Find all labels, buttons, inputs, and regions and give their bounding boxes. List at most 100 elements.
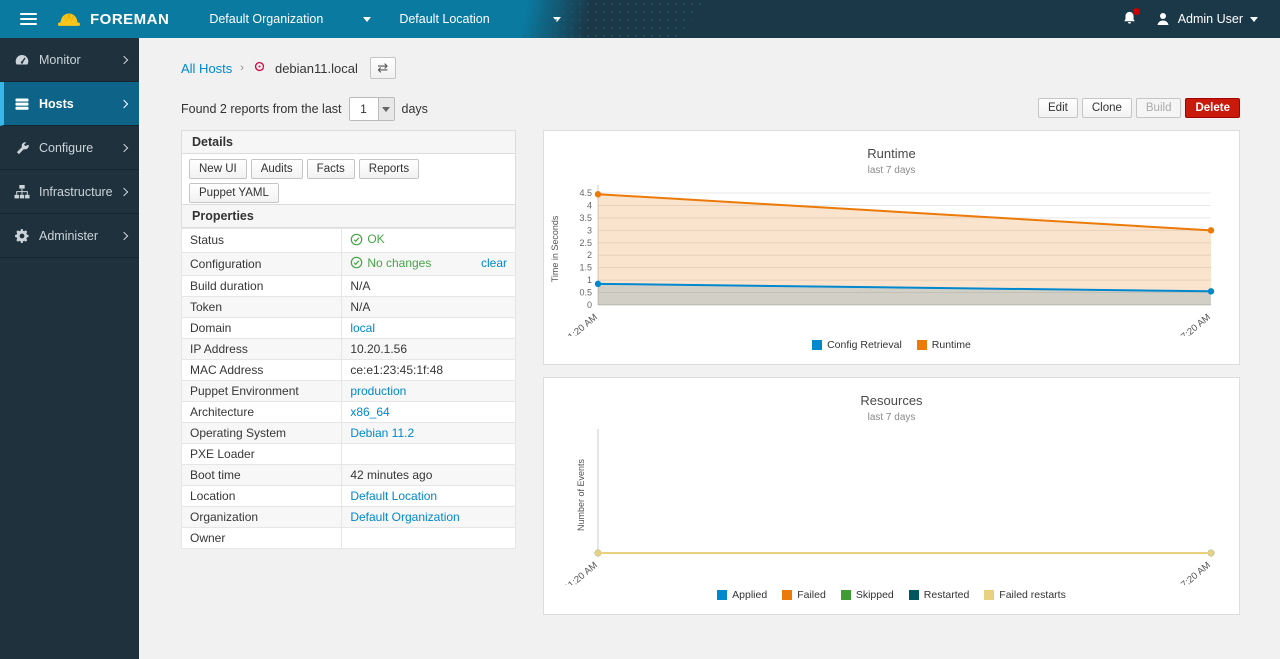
legend-item-failed[interactable]: Failed — [782, 589, 826, 601]
location-menu[interactable]: Default Location — [385, 0, 575, 38]
legend-swatch — [984, 590, 994, 600]
sidebar-item-hosts[interactable]: Hosts — [0, 82, 139, 126]
user-menu[interactable]: Admin User — [1155, 11, 1258, 27]
edit-button[interactable]: Edit — [1038, 98, 1078, 118]
svg-text:4: 4 — [587, 200, 592, 210]
puppet-yaml-button[interactable]: Puppet YAML — [189, 183, 279, 203]
legend-swatch — [812, 340, 822, 350]
user-name: Admin User — [1178, 12, 1243, 26]
sidebar-item-configure[interactable]: Configure — [0, 126, 139, 170]
legend-item-runtime[interactable]: Runtime — [917, 339, 971, 351]
puppet-environment-link[interactable]: production — [350, 384, 406, 398]
legend-item-failed-restarts[interactable]: Failed restarts — [984, 589, 1066, 601]
property-value: local — [342, 318, 516, 339]
table-row: StatusOK — [182, 229, 516, 253]
notifications-button[interactable] — [1122, 10, 1137, 29]
domain-link[interactable]: local — [350, 321, 375, 335]
property-label: Token — [182, 297, 342, 318]
svg-text:3.5: 3.5 — [579, 213, 592, 223]
property-value — [342, 444, 516, 465]
resources-chart-plot: Number of Events11/25, 11:20 AM12/16, 7:… — [544, 425, 1239, 585]
foreman-brand[interactable]: FOREMAN — [56, 7, 169, 32]
chevron-down-icon — [363, 17, 371, 22]
property-label: IP Address — [182, 339, 342, 360]
days-select-value: 1 — [350, 98, 378, 120]
svg-text:1: 1 — [587, 275, 592, 285]
table-row: Owner — [182, 528, 516, 549]
property-value: No changesclear — [342, 252, 516, 276]
breadcrumb-all-hosts-link[interactable]: All Hosts — [181, 61, 232, 76]
legend-item-skipped[interactable]: Skipped — [841, 589, 894, 601]
details-panel-title: Details — [181, 130, 516, 154]
property-value — [342, 528, 516, 549]
check-circle-icon — [350, 233, 363, 246]
location-link[interactable]: Default Location — [350, 489, 437, 503]
property-label: Puppet Environment — [182, 381, 342, 402]
facts-button[interactable]: Facts — [307, 159, 355, 179]
property-value: production — [342, 381, 516, 402]
chevron-right-icon — [120, 99, 128, 107]
operating-system-link[interactable]: Debian 11.2 — [350, 426, 414, 440]
property-label: PXE Loader — [182, 444, 342, 465]
sidebar-item-monitor[interactable]: Monitor — [0, 38, 139, 82]
resources-chart-legend: Applied Failed Skipped Restarted Failed rest… — [544, 589, 1239, 601]
runtime-chart-plot: 00.511.522.533.544.5Time in Seconds11/25… — [544, 178, 1239, 336]
legend-item-restarted[interactable]: Restarted — [909, 589, 970, 601]
sidebar-item-infrastructure[interactable]: Infrastructure — [0, 170, 139, 214]
check-circle-icon — [350, 256, 363, 269]
runtime-chart-title: Runtime — [544, 146, 1239, 161]
property-value: Default Location — [342, 486, 516, 507]
svg-text:12/16, 7:20 AM: 12/16, 7:20 AM — [1157, 560, 1213, 585]
breadcrumb-separator: › — [240, 62, 244, 74]
hamburger-menu-icon[interactable] — [0, 13, 56, 25]
delete-button[interactable]: Delete — [1185, 98, 1240, 118]
legend-swatch — [717, 590, 727, 600]
table-row: Organization Default Organization — [182, 507, 516, 528]
property-value: Debian 11.2 — [342, 423, 516, 444]
notification-badge — [1133, 8, 1140, 15]
sidebar-item-label: Hosts — [39, 97, 74, 111]
svg-text:1.5: 1.5 — [579, 263, 592, 273]
legend-swatch — [782, 590, 792, 600]
audits-button[interactable]: Audits — [251, 159, 303, 179]
legend-item-config-retrieval[interactable]: Config Retrieval — [812, 339, 902, 351]
properties-table: StatusOKConfigurationNo changesclearBuil… — [181, 228, 516, 549]
reports-summary-suffix: days — [402, 102, 428, 116]
property-label: Operating System — [182, 423, 342, 444]
host-switcher-button[interactable]: ⇄ — [370, 57, 396, 79]
property-label: Status — [182, 229, 342, 253]
table-row: IP Address10.20.1.56 — [182, 339, 516, 360]
user-icon — [1155, 11, 1171, 27]
architecture-link[interactable]: x86_64 — [350, 405, 389, 419]
property-label: Boot time — [182, 465, 342, 486]
legend-item-applied[interactable]: Applied — [717, 589, 767, 601]
days-select[interactable]: 1 — [349, 97, 395, 121]
wrench-icon — [14, 140, 30, 156]
svg-text:12/16, 7:20 AM: 12/16, 7:20 AM — [1157, 312, 1213, 336]
table-row: Build durationN/A — [182, 276, 516, 297]
top-navbar: FOREMAN Default Organization Default Loc… — [0, 0, 1280, 38]
new-ui-button[interactable]: New UI — [189, 159, 247, 179]
chevron-right-icon — [120, 187, 128, 195]
details-buttons: New UIAuditsFactsReports Puppet YAML — [189, 159, 508, 203]
property-value: N/A — [342, 276, 516, 297]
property-value: x86_64 — [342, 402, 516, 423]
property-value: ce:e1:23:45:1f:48 — [342, 360, 516, 381]
svg-text:2: 2 — [587, 250, 592, 260]
property-value: N/A — [342, 297, 516, 318]
clone-button[interactable]: Clone — [1082, 98, 1132, 118]
reports-button[interactable]: Reports — [359, 159, 419, 179]
organization-link[interactable]: Default Organization — [350, 510, 459, 524]
organization-menu[interactable]: Default Organization — [195, 0, 385, 38]
property-label: Organization — [182, 507, 342, 528]
sidebar-item-administer[interactable]: Administer — [0, 214, 139, 258]
property-value: OK — [342, 229, 516, 253]
svg-text:Number of Events: Number of Events — [576, 458, 586, 531]
legend-swatch — [909, 590, 919, 600]
tachometer-icon — [14, 52, 30, 68]
clear-configuration-link[interactable]: clear — [481, 256, 507, 270]
location-menu-label: Default Location — [399, 12, 489, 26]
host-action-buttons: EditCloneBuildDelete — [1038, 98, 1240, 118]
svg-text:0: 0 — [587, 300, 592, 310]
property-value: Default Organization — [342, 507, 516, 528]
